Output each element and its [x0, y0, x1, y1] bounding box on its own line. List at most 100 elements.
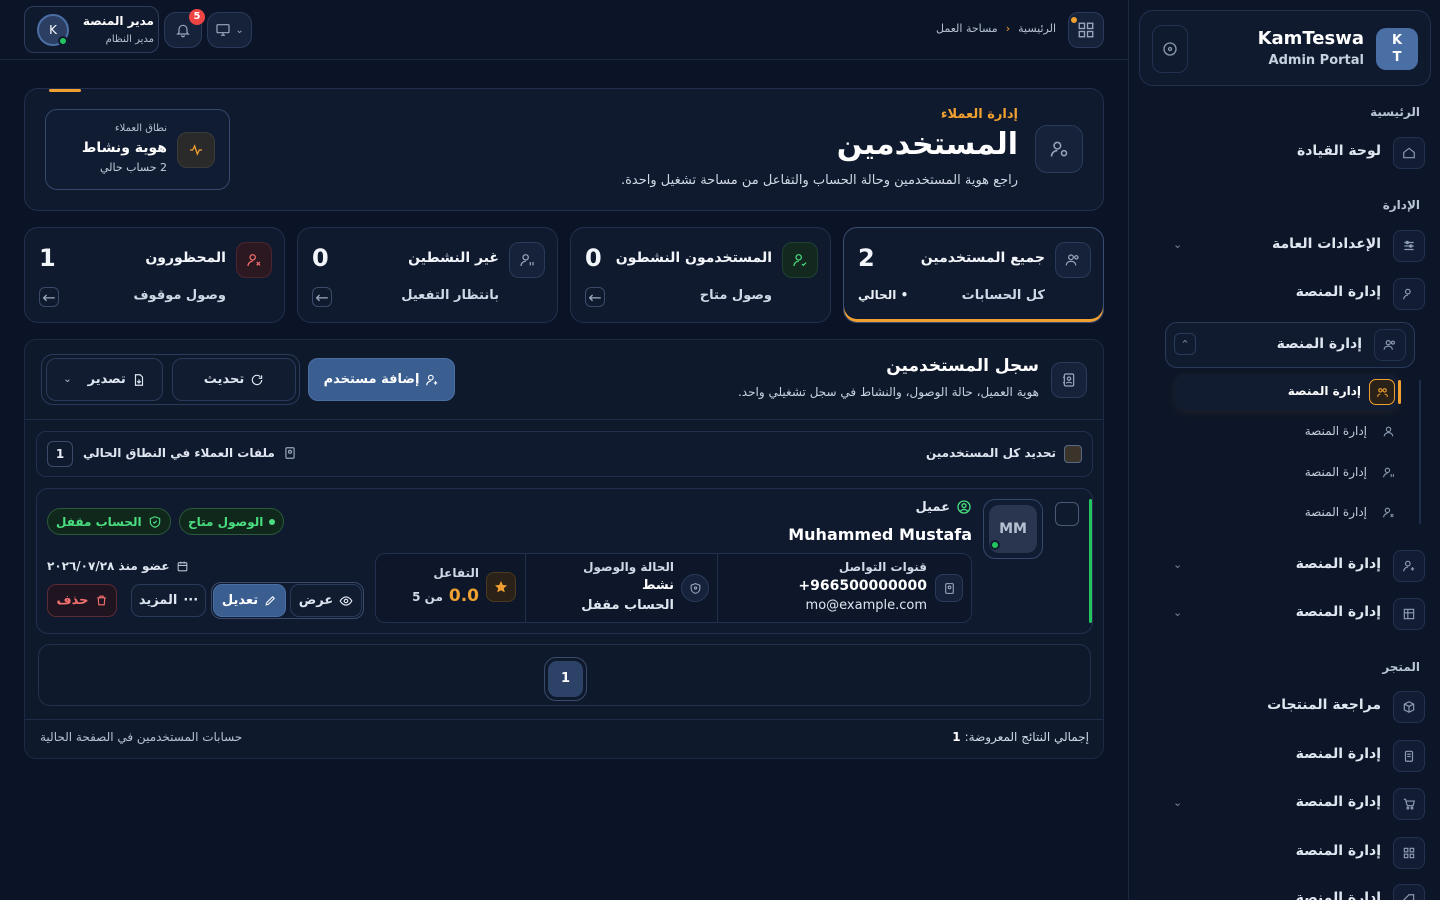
arrow-left-icon[interactable]: ←	[585, 287, 605, 307]
files-count-badge: 1	[47, 441, 73, 467]
sidebar-item-dashboard[interactable]: لوحة القيادة	[1165, 133, 1425, 173]
sidebar-item-label: إدارة المنصة	[1276, 336, 1362, 352]
subnav-item-active[interactable]: إدارة المنصة	[1175, 374, 1401, 410]
building-icon	[1393, 598, 1425, 630]
sidebar-item-label: الإعدادات العامة	[1272, 236, 1381, 252]
table-row[interactable]: MM عميل Muhammed Mustafa الوصول متاح الح…	[36, 488, 1093, 634]
activity-icon	[177, 132, 215, 168]
user-name[interactable]: Muhammed Mustafa	[788, 525, 972, 544]
refresh-icon	[252, 374, 263, 385]
dot-indicator	[1071, 17, 1077, 23]
registry-description: هوية العميل، حالة الوصول، والنشاط في سجل…	[737, 385, 1039, 399]
sidebar-item-platform-10[interactable]: إدارة المنصة	[1165, 880, 1425, 900]
breadcrumb-home[interactable]: الرئيسية	[1018, 22, 1056, 35]
divider	[525, 554, 526, 622]
export-button[interactable]: تصدير ⌄	[46, 358, 163, 401]
user-role: عميل	[915, 499, 950, 515]
sidebar-item-label: مراجعة المنتجات	[1267, 697, 1381, 713]
sidebar-item-general-settings[interactable]: الإعدادات العامة ⌄	[1165, 226, 1425, 266]
current-tag: • الحالي	[858, 288, 909, 302]
sidebar-item-platform-5[interactable]: إدارة المنصة ⌄	[1165, 594, 1425, 634]
avatar-frame: MM	[983, 499, 1043, 559]
footer-note: حسابات المستخدمين في الصفحة الحالية	[40, 730, 243, 744]
stat-title: المستخدمون النشطون	[615, 250, 772, 266]
more-button[interactable]: ··· المزيد	[131, 584, 206, 617]
subnav-item-2[interactable]: إدارة المنصة	[1189, 415, 1401, 449]
subnav-item-4[interactable]: إدارة المنصة	[1189, 496, 1401, 530]
page-button-current[interactable]: 1	[548, 661, 583, 697]
stat-subtitle: وصول موقوف	[133, 288, 226, 303]
sidebar-item-platform-9[interactable]: إدارة المنصة	[1165, 833, 1425, 873]
user-x-icon	[1375, 499, 1401, 525]
chevron-down-icon: ⌄	[1173, 606, 1183, 619]
users-icon	[1035, 125, 1083, 173]
user-plus-icon	[1393, 550, 1425, 582]
arrow-left-icon[interactable]: ←	[312, 287, 332, 307]
member-since-label: عضو منذ ٢٠٢٦/٠٧/٢٨	[47, 559, 170, 573]
account-badge: الحساب مقفل	[47, 508, 171, 535]
user-menu[interactable]: K مدير المنصة مدير النظام	[24, 6, 159, 53]
sidebar-item-platform-1[interactable]: إدارة المنصة	[1165, 274, 1425, 314]
select-all-checkbox[interactable]	[1064, 445, 1082, 463]
stat-card-all-users[interactable]: جميع المستخدمين 2 كل الحسابات • الحالي	[843, 227, 1104, 323]
stat-card-inactive-users[interactable]: غير النشطين 0 بانتظار التفعيل ←	[297, 227, 558, 323]
home-icon	[1393, 137, 1425, 169]
user-role: مدير النظام	[105, 34, 154, 45]
calendar-icon	[177, 561, 187, 571]
notifications-button[interactable]: 5	[164, 9, 205, 48]
more-dots-icon: ···	[183, 593, 199, 608]
add-user-label: إضافة مستخدم	[323, 372, 420, 387]
email-value: mo@example.com	[805, 598, 927, 613]
chevron-up-icon[interactable]: ⌃	[1174, 333, 1196, 355]
stat-card-active-users[interactable]: المستخدمون النشطون 0 وصول متاح ←	[570, 227, 831, 323]
settings-gear-icon[interactable]	[1152, 25, 1188, 73]
user-x-icon	[236, 242, 272, 278]
add-user-button[interactable]: إضافة مستخدم	[308, 358, 455, 401]
file-export-icon	[134, 373, 143, 386]
display-mode-button[interactable]: ⌄	[207, 12, 252, 48]
scope-card: نطاق العملاء هوية ونشاط 2 حساب حالي	[45, 109, 230, 190]
hero-kicker: إدارة العملاء	[940, 107, 1018, 122]
sidebar-item-platform-7[interactable]: إدارة المنصة	[1165, 736, 1425, 776]
sidebar-item-label: إدارة المنصة	[1295, 746, 1381, 762]
arrow-left-icon[interactable]: ←	[39, 287, 59, 307]
sidebar-item-platform-expanded[interactable]: إدارة المنصة ⌃	[1165, 322, 1415, 368]
stat-value: 0	[312, 244, 329, 272]
page-title: المستخدمين	[836, 127, 1018, 162]
user-circle-icon	[957, 500, 971, 514]
stat-card-blocked-users[interactable]: المحظورون 1 وصول موقوف ←	[24, 227, 285, 323]
tag-icon	[1393, 884, 1425, 900]
stat-title: جميع المستخدمين	[920, 250, 1045, 266]
user-info-panel: قنوات التواصل +966500000000 mo@example.c…	[375, 553, 972, 623]
refresh-button[interactable]: تحديث	[172, 358, 296, 401]
hero-description: راجع هوية المستخدمين وحالة الحساب والتفا…	[620, 173, 1018, 188]
files-label: ملفات العملاء في النطاق الحالي	[83, 446, 275, 460]
sidebar-item-label: إدارة المنصة	[1295, 794, 1381, 810]
sidebar-item-platform-4[interactable]: إدارة المنصة ⌄	[1165, 546, 1425, 586]
online-dot	[58, 36, 68, 46]
phone-value: +966500000000	[798, 578, 927, 594]
subnav-item-3[interactable]: إدارة المنصة	[1189, 456, 1401, 490]
user-check-icon	[782, 242, 818, 278]
stat-value: 0	[585, 244, 602, 272]
status-account: الحساب مقفل	[581, 598, 674, 613]
row-checkbox[interactable]	[1055, 502, 1079, 526]
stat-subtitle: وصول متاح	[699, 288, 772, 303]
sidebar-item-platform-8[interactable]: إدارة المنصة ⌄	[1165, 784, 1425, 824]
divider	[25, 719, 1103, 720]
user-pause-icon	[1375, 459, 1401, 485]
sidebar-item-product-review[interactable]: مراجعة المنتجات	[1165, 687, 1425, 727]
edit-button[interactable]: تعديل	[213, 584, 286, 617]
shield-check-icon	[149, 515, 160, 528]
subnav-label: إدارة المنصة	[1304, 465, 1367, 479]
view-button[interactable]: عرض	[290, 584, 362, 617]
box-icon	[1393, 691, 1425, 723]
chevron-down-icon: ⌄	[63, 374, 72, 385]
access-badge-label: الوصول متاح	[188, 514, 264, 529]
stat-value: 2	[858, 244, 875, 272]
workspace-grid-icon[interactable]	[1068, 12, 1104, 48]
delete-button[interactable]: حذف	[47, 584, 117, 617]
sidebar: KT KamTeswa Admin Portal الرئيسية لوحة ا…	[1128, 0, 1440, 900]
pencil-icon	[265, 595, 276, 606]
scope-subtitle: 2 حساب حالي	[100, 161, 167, 174]
